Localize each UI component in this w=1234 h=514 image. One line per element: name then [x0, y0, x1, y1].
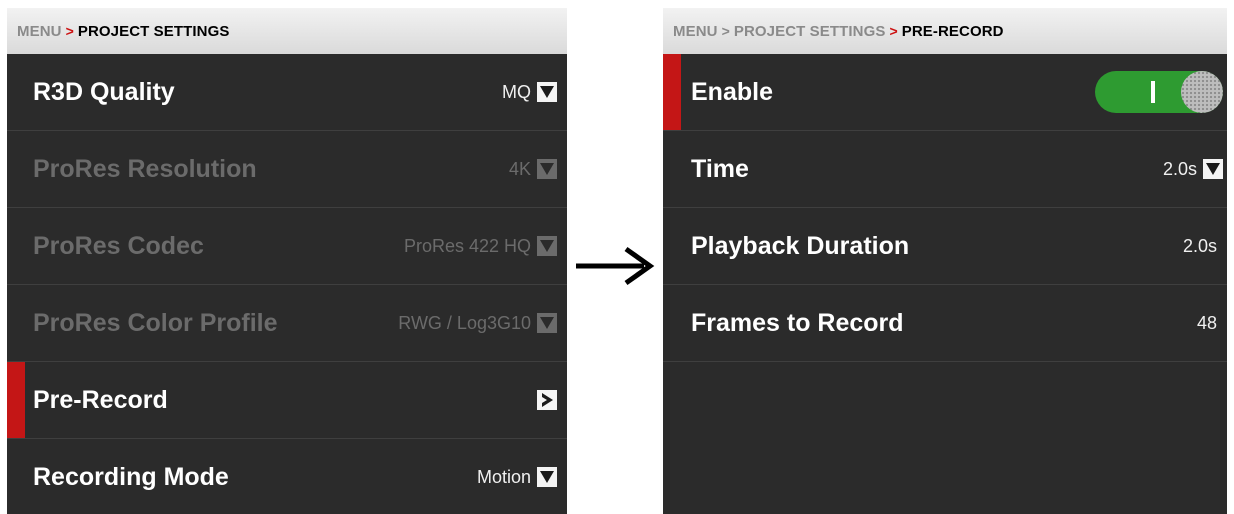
row-label: ProRes Codec [33, 231, 204, 260]
recording-mode-row[interactable]: Recording Mode Motion [7, 439, 567, 514]
chevron-down-icon[interactable] [1203, 159, 1223, 179]
enable-toggle[interactable] [1095, 71, 1223, 113]
row-value: 2.0s [1182, 235, 1217, 256]
row-value: RWG / Log3G10 [398, 312, 531, 333]
row-label: Enable [691, 77, 773, 106]
breadcrumb: MENU > PROJECT SETTINGS > PRE-RECORD [663, 8, 1227, 54]
toggle-knob[interactable] [1181, 71, 1223, 113]
row-label: R3D Quality [33, 77, 175, 106]
chevron-down-icon [537, 159, 557, 179]
breadcrumb-separator: > [65, 23, 74, 39]
pre-record-row[interactable]: Pre-Record [7, 362, 567, 439]
row-label: Recording Mode [33, 462, 229, 491]
chevron-down-icon [537, 313, 557, 333]
time-row[interactable]: Time 2.0s [663, 131, 1227, 208]
prores-resolution-row: ProRes Resolution 4K [7, 131, 567, 208]
prores-codec-row: ProRes Codec ProRes 422 HQ [7, 208, 567, 285]
r3d-quality-row[interactable]: R3D Quality MQ [7, 54, 567, 131]
row-label: ProRes Color Profile [33, 308, 278, 337]
breadcrumb-root[interactable]: MENU [17, 23, 62, 40]
row-value: ProRes 422 HQ [403, 235, 531, 256]
row-label: ProRes Resolution [33, 154, 257, 183]
row-value: 2.0s [1162, 158, 1197, 179]
row-label: Frames to Record [691, 308, 904, 337]
breadcrumb-separator: > [721, 23, 730, 39]
row-value: Motion [476, 466, 531, 487]
breadcrumb-middle[interactable]: PROJECT SETTINGS [734, 23, 886, 40]
chevron-right-icon[interactable] [537, 390, 557, 410]
toggle-on-mark [1151, 81, 1155, 103]
chevron-down-icon [537, 236, 557, 256]
frames-to-record-row: Frames to Record 48 [663, 285, 1227, 362]
pre-record-panel: MENU > PROJECT SETTINGS > PRE-RECORD Ena… [663, 8, 1227, 514]
row-value: 48 [1196, 312, 1217, 333]
breadcrumb-current: PROJECT SETTINGS [77, 22, 230, 40]
row-value: 4K [508, 158, 531, 179]
chevron-down-icon[interactable] [537, 82, 557, 102]
row-value: MQ [502, 81, 531, 102]
row-label: Time [691, 154, 749, 183]
selection-indicator [7, 362, 25, 438]
playback-duration-row: Playback Duration 2.0s [663, 208, 1227, 285]
row-label: Pre-Record [33, 385, 168, 414]
project-settings-panel: MENU > PROJECT SETTINGS R3D Quality MQ P… [7, 8, 567, 514]
selection-indicator [663, 54, 681, 130]
enable-row[interactable]: Enable [663, 54, 1227, 131]
breadcrumb: MENU > PROJECT SETTINGS [7, 8, 567, 54]
row-label: Playback Duration [691, 231, 910, 260]
arrow-right-icon [576, 246, 655, 286]
chevron-down-icon[interactable] [537, 467, 557, 487]
breadcrumb-separator: > [889, 23, 898, 39]
breadcrumb-current: PRE-RECORD [901, 22, 1004, 40]
prores-color-profile-row: ProRes Color Profile RWG / Log3G10 [7, 285, 567, 362]
breadcrumb-root[interactable]: MENU [673, 23, 718, 40]
